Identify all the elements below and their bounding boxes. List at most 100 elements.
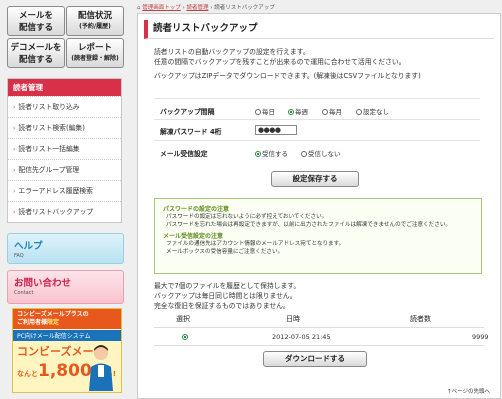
intro-line: バックアップはZIPデータでダウンロードできます。(解凍後はCSVファイルとなり…	[154, 72, 421, 80]
radio-icon[interactable]	[356, 109, 362, 115]
notice-heading: メール受信設定の注意	[163, 233, 224, 240]
radio-icon[interactable]	[322, 109, 328, 115]
notify-label: メール受信設定	[160, 150, 208, 158]
help-title: ヘルプ	[14, 241, 43, 252]
sidebar-item-error-history[interactable]: › エラーアドレス履歴検索	[8, 180, 121, 201]
divider	[154, 119, 480, 120]
notify-option-receive[interactable]: 受信する	[255, 148, 288, 158]
divider	[154, 140, 480, 141]
breadcrumb-separator: ›	[182, 5, 185, 11]
send-mail-button[interactable]: メールを 配信する	[7, 6, 65, 36]
report-sub: (読者登録・解除)	[71, 55, 119, 62]
info-line: バックアップは毎日同じ時間とは限りません。	[154, 291, 297, 300]
notify-option-label: 受信する	[262, 150, 288, 158]
help-banner[interactable]: ヘルプ FAQ	[7, 233, 124, 264]
intro-line: 読者リストの自動バックアップの設定を行えます。	[154, 48, 310, 56]
sidebar-item-label: 読者リストバックアップ	[18, 208, 94, 216]
sidebar-item-label: 配信先グループ管理	[18, 166, 80, 174]
table-divider	[154, 345, 484, 346]
interval-option-weekly[interactable]: 毎週	[288, 106, 308, 116]
delivery-status-sub: (予約/履歴)	[79, 23, 111, 30]
contact-title: お問い合わせ	[14, 278, 72, 289]
column-header-select: 選択	[176, 315, 190, 323]
help-sub: FAQ	[14, 253, 24, 259]
chevron-right-icon: ›	[13, 104, 16, 111]
send-mail-sub: 配信する	[18, 23, 53, 33]
intro-line: 任意の間隔でバックアップを残すことが出来るので運用に合わせて活用ください。	[154, 57, 406, 66]
breadcrumb-section-link[interactable]: 読者管理	[186, 5, 208, 11]
sidebar-item-label: 読者リスト取り込み	[18, 103, 80, 111]
notice-line: パスワードの設定は忘れないように必ず控えておいてください。	[166, 214, 328, 220]
notice-box: パスワードの設定の注意 パスワードの設定は忘れないように必ず控えておいてください…	[154, 198, 482, 274]
sidebar-item-bulk-edit[interactable]: › 読者リスト一括編集	[8, 138, 121, 159]
chevron-right-icon: ›	[13, 167, 16, 174]
interval-option-daily[interactable]: 毎日	[255, 106, 275, 116]
notify-option-label: 受信しない	[308, 150, 341, 158]
notice-heading: パスワードの設定の注意	[163, 206, 230, 213]
chevron-right-icon: ›	[13, 125, 16, 132]
interval-option-label: 毎日	[262, 108, 275, 116]
promo-line1: コンビーズメールプラスの	[17, 311, 89, 318]
download-button[interactable]: ダウンロードする	[263, 351, 367, 367]
promo-banner[interactable]: コンビーズメールプラスの ご利用者様限定 PC向けメール配信システム コンビーズ…	[12, 308, 122, 393]
page-title: 読者リストバックアップ	[144, 20, 494, 39]
interval-option-label: 毎週	[295, 108, 308, 116]
password-field[interactable]: ●●●●	[255, 125, 297, 135]
interval-option-monthly[interactable]: 毎月	[322, 106, 342, 116]
main-panel: 読者リストバックアップ 読者リストの自動バックアップの設定を行えます。 任意の間…	[137, 13, 501, 399]
intro-text: 読者リストの自動バックアップの設定を行えます。 任意の間隔でバックアップを残すこ…	[154, 48, 484, 82]
interval-option-label: 毎月	[329, 108, 342, 116]
password-label: 解凍パスワード 4桁	[160, 128, 222, 136]
sidebar-item-backup[interactable]: › 読者リストバックアップ	[8, 201, 121, 222]
radio-icon[interactable]	[255, 109, 261, 115]
delivery-status-label: 配信状況	[77, 11, 112, 21]
breadcrumb-home-link[interactable]: 管理画面トップ	[142, 5, 181, 11]
promo-line2b: 限定	[47, 319, 60, 326]
radio-selected-icon[interactable]	[255, 151, 261, 157]
notice-line: パスワードを忘れた場合は再設定できますが、以前に出力されたファイルは解凍できませ…	[166, 222, 452, 228]
page-top-link[interactable]: ↑ページの先頭へ	[447, 387, 490, 395]
send-decomail-label: デコメールを	[10, 43, 62, 53]
sidebar-item-search[interactable]: › 読者リスト検索(編集)	[8, 117, 121, 138]
home-icon: ⌂	[137, 5, 141, 11]
breadcrumb-separator: ›	[210, 5, 213, 11]
column-header-datetime: 日時	[286, 315, 300, 323]
breadcrumb: ⌂ 管理画面トップ › 読者管理 › 読者リストバックアップ	[137, 3, 275, 11]
sidebar-item-import[interactable]: › 読者リスト取り込み	[8, 96, 121, 117]
delivery-status-button[interactable]: 配信状況 (予約/履歴)	[66, 6, 124, 36]
left-column: メールを 配信する 配信状況 (予約/履歴) デコメールを 配信する レポート …	[0, 0, 127, 399]
sidebar-item-label: エラーアドレス履歴検索	[18, 187, 93, 195]
contact-banner[interactable]: お問い合わせ Contact	[7, 270, 124, 304]
sidebar-item-label: 読者リスト検索(編集)	[18, 124, 85, 132]
promo-subtitle: PC向けメール配信システム	[13, 330, 121, 341]
backup-date: 2012-07-05 21:45	[272, 333, 331, 341]
save-settings-button[interactable]: 設定保存する	[271, 171, 359, 187]
interval-option-label: 設定なし	[363, 108, 389, 116]
promo-price-value: 1,800	[38, 361, 92, 381]
sidebar-menu: 読者管理 › 読者リスト取り込み › 読者リスト検索(編集) › 読者リスト一括編集 …	[7, 78, 122, 223]
send-decomail-button[interactable]: デコメールを 配信する	[7, 38, 65, 68]
report-button[interactable]: レポート (読者登録・解除)	[66, 38, 124, 68]
report-label: レポート	[77, 43, 112, 53]
promo-prefix: なんと	[17, 370, 38, 378]
radio-selected-icon[interactable]	[288, 109, 294, 115]
send-mail-label: メールを	[18, 11, 53, 21]
chevron-right-icon: ›	[13, 146, 16, 153]
notify-option-no-receive[interactable]: 受信しない	[301, 148, 341, 158]
promo-header: コンビーズメールプラスの ご利用者様限定	[13, 309, 121, 329]
sidebar-item-label: 読者リスト一括編集	[18, 145, 80, 153]
sidebar-item-groups[interactable]: › 配信先グループ管理	[8, 159, 121, 180]
backup-select-radio[interactable]	[182, 334, 188, 340]
chevron-right-icon: ›	[13, 188, 16, 195]
interval-option-none[interactable]: 設定なし	[356, 106, 389, 116]
radio-icon[interactable]	[301, 151, 307, 157]
promo-line2: ご利用者様限定	[17, 319, 117, 327]
contact-sub: Contact	[14, 290, 34, 296]
breadcrumb-current: 読者リストバックアップ	[214, 5, 275, 11]
info-line: 完全な復旧を保証するものではありません。	[154, 301, 290, 310]
send-decomail-sub: 配信する	[18, 55, 53, 65]
interval-label: バックアップ間隔	[160, 108, 215, 116]
chevron-right-icon: ›	[13, 209, 16, 216]
table-divider	[154, 327, 484, 328]
person-illustration-icon	[89, 345, 113, 391]
